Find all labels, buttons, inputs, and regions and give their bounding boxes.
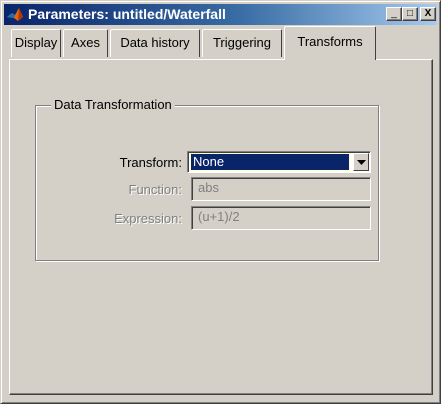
window-title: Parameters: untitled/Waterfall [28, 6, 226, 22]
close-button[interactable]: X [420, 7, 436, 21]
transform-select[interactable]: None [187, 151, 371, 173]
function-field[interactable]: abs [191, 177, 371, 201]
transform-label: Transform: [119, 155, 182, 170]
dropdown-button[interactable] [353, 153, 369, 171]
tab-axes[interactable]: Axes [63, 29, 108, 57]
function-label: Function: [128, 182, 182, 197]
expression-field[interactable]: (u+1)/2 [191, 206, 371, 230]
tab-transforms[interactable]: Transforms [284, 26, 376, 60]
transform-selected-value: None [190, 153, 350, 171]
tab-triggering[interactable]: Triggering [202, 29, 282, 57]
tab-data-history[interactable]: Data history [110, 29, 200, 57]
parameters-window: Parameters: untitled/Waterfall _ □ X Dis… [0, 0, 441, 404]
maximize-button[interactable]: □ [402, 7, 418, 21]
tab-display[interactable]: Display [11, 29, 61, 57]
title-bar[interactable]: Parameters: untitled/Waterfall _ □ X [4, 4, 437, 25]
expression-label: Expression: [114, 211, 182, 226]
group-title: Data Transformation [51, 97, 175, 112]
chevron-down-icon [357, 160, 366, 165]
minimize-button[interactable]: _ [386, 7, 402, 21]
matlab-icon [7, 8, 23, 21]
